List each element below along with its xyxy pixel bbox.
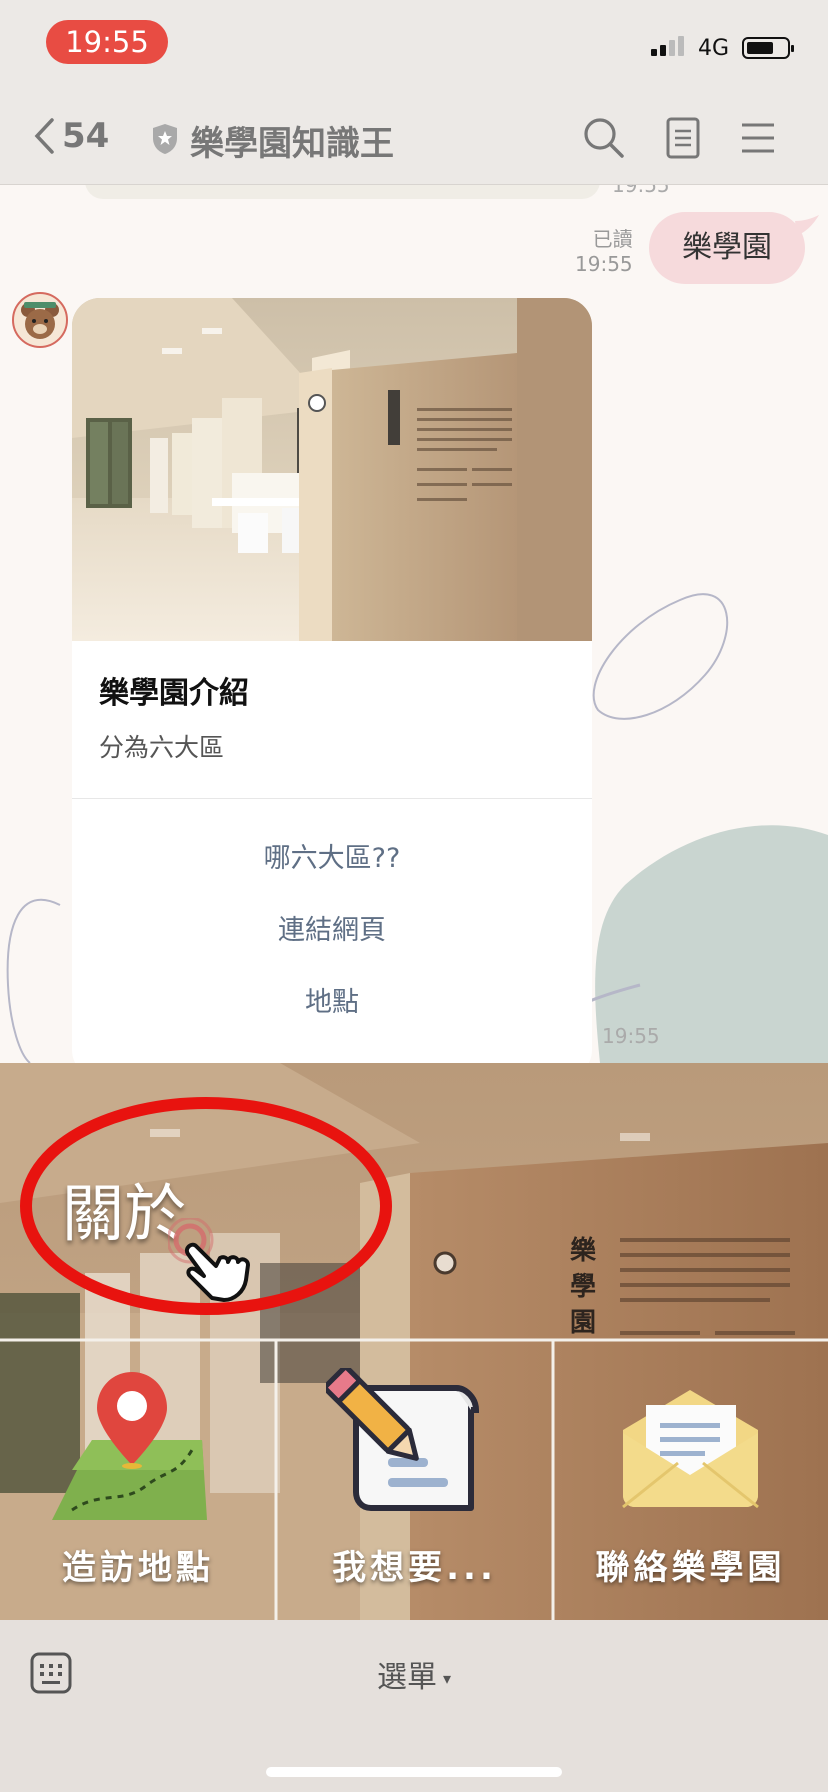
- card-divider: [72, 798, 592, 799]
- read-receipt: 已讀 19:55: [575, 227, 633, 277]
- contact-button[interactable]: 聯絡樂學園: [553, 1340, 828, 1620]
- back-button[interactable]: 54: [32, 116, 109, 156]
- read-label: 已讀: [592, 227, 633, 251]
- i-want-label: 我想要...: [332, 1548, 497, 1588]
- hand-cursor-icon: [168, 1218, 250, 1302]
- previous-message-time: 19:55: [612, 185, 670, 197]
- network-type: 4G: [698, 36, 730, 61]
- bubble-tail: [795, 215, 819, 235]
- envelope-icon: [622, 1390, 759, 1509]
- i-want-button[interactable]: 我想要...: [276, 1340, 553, 1620]
- card-title: 樂學園介紹: [99, 676, 249, 711]
- previous-message-bubble: [85, 185, 600, 199]
- bottom-bar: 選單 ▾: [0, 1620, 828, 1792]
- menu-toggle[interactable]: 選單 ▾: [0, 1652, 828, 1696]
- notes-icon[interactable]: [665, 116, 701, 160]
- search-icon[interactable]: [582, 116, 626, 160]
- my-message-bubble[interactable]: 樂學園: [649, 212, 805, 284]
- chat-area[interactable]: 19:55 已讀 19:55 樂學園 樂學園介紹 分為六大區 哪六大區?? 連結…: [0, 185, 828, 1063]
- map-pin-icon: [52, 1372, 207, 1520]
- chat-title: 樂學園知識王: [190, 124, 394, 164]
- home-indicator: [266, 1767, 562, 1777]
- action-open-webpage[interactable]: 連結網頁: [72, 908, 592, 947]
- about-button[interactable]: 關於: [0, 1063, 828, 1340]
- battery-icon: [742, 37, 794, 59]
- chat-header: 54 樂學園知識王: [0, 92, 828, 185]
- status-time[interactable]: 19:55: [46, 20, 168, 64]
- card-time: 19:55: [602, 1024, 660, 1048]
- bot-avatar[interactable]: [12, 292, 68, 348]
- card-description: 分為六大區: [99, 733, 225, 762]
- visit-location-label: 造訪地點: [62, 1548, 214, 1588]
- chevron-left-icon: [34, 118, 54, 154]
- action-location[interactable]: 地點: [72, 980, 592, 1019]
- visit-location-button[interactable]: 造訪地點: [0, 1340, 276, 1620]
- caret-down-icon: ▾: [442, 1669, 452, 1688]
- contact-label: 聯絡樂學園: [595, 1548, 786, 1588]
- info-card[interactable]: 樂學園介紹 分為六大區 哪六大區?? 連結網頁 地點: [72, 298, 592, 1063]
- pencil-note-icon: [326, 1368, 480, 1511]
- my-message-time: 19:55: [575, 252, 633, 276]
- status-bar: 19:55 4G: [0, 0, 828, 92]
- unread-count: 54: [62, 116, 110, 156]
- action-six-areas[interactable]: 哪六大區??: [72, 836, 592, 875]
- rich-menu: 樂學園 關於 造訪地點 我想要... 聯絡樂學園: [0, 1063, 828, 1620]
- menu-toggle-label: 選單: [376, 1660, 437, 1695]
- library-photo: [72, 298, 592, 641]
- verified-shield-icon: [153, 124, 177, 154]
- bear-avatar-icon: [21, 302, 59, 339]
- menu-icon[interactable]: [740, 116, 776, 160]
